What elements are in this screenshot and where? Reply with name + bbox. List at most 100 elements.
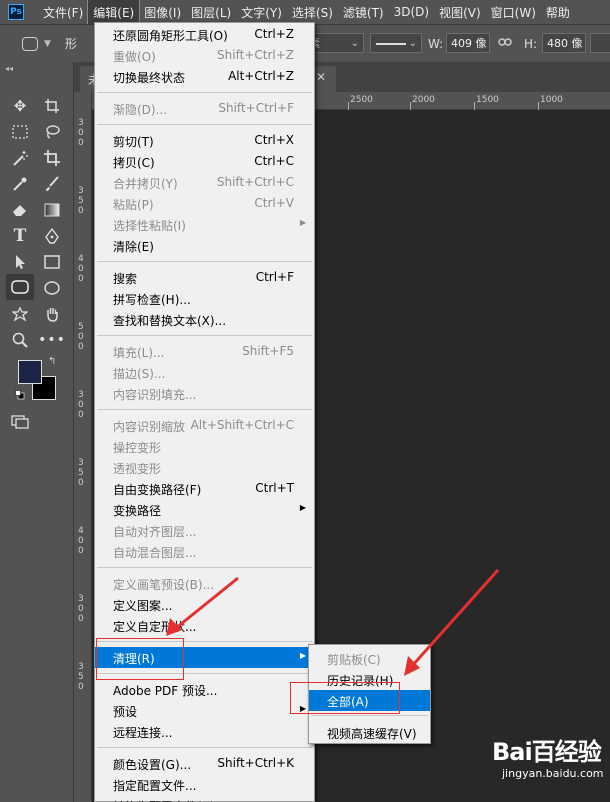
rounded-rect-tool-preset-icon[interactable] [22, 36, 38, 51]
purge-submenu-item[interactable]: 视频高速缓存(V) [309, 722, 430, 743]
menu-item-shortcut: Alt+Shift+Ctrl+C [190, 418, 294, 432]
ruler-digit: 0 [78, 138, 84, 148]
menu-item-label: 剪切(T) [113, 135, 154, 149]
menubar-item[interactable]: 文件(F) [38, 0, 88, 24]
ruler-digit: 0 [78, 546, 84, 556]
edit-menu-item[interactable]: 查找和替换文本(X)... [95, 309, 314, 330]
menu-item-label: 拷贝(C) [113, 156, 155, 170]
menu-item-label: 透视变形 [113, 462, 162, 476]
edit-menu-item[interactable]: 切换最终状态 Alt+Ctrl+Z [95, 66, 314, 87]
edit-menu-item[interactable]: 远程连接... [95, 721, 314, 742]
pen-tool-icon[interactable] [40, 224, 64, 248]
more-tools-icon[interactable]: ••• [38, 328, 65, 352]
menu-item-label: 拼写检查(H)... [113, 293, 191, 307]
edit-menu-item[interactable]: 定义自定形状... [95, 615, 314, 636]
menubar-item[interactable]: 图层(L) [186, 0, 236, 24]
height-input[interactable]: 480 像 [542, 33, 586, 53]
menubar-item[interactable]: 滤镜(T) [338, 0, 389, 24]
annotation-box-purge [96, 638, 184, 680]
menubar-item[interactable]: 编辑(E) [87, 0, 141, 25]
rectangle-tool-icon[interactable] [40, 250, 64, 274]
stroke-style-dropdown[interactable]: ⌄ [370, 33, 422, 53]
lasso-tool-icon[interactable] [40, 120, 64, 144]
menubar-item[interactable]: 帮助 [541, 0, 575, 24]
menubar-item[interactable]: 图像(I) [139, 0, 186, 24]
edit-menu-item: 粘贴(P) Ctrl+V [95, 193, 314, 214]
ruler-digit: 5 [78, 196, 84, 206]
menu-item-shortcut: Shift+F5 [242, 344, 294, 358]
chevron-down-icon[interactable]: ▼ [44, 39, 51, 49]
menu-item-label: 颜色设置(G)... [113, 758, 192, 772]
custom-shape-tool-icon[interactable] [8, 302, 32, 326]
watermark-url: jingyan.baidu.com [502, 767, 604, 780]
edit-menu-item[interactable]: 变换路径 ▶ [95, 499, 314, 520]
edit-menu-item[interactable]: 预设 ▶ [95, 700, 314, 721]
quick-mask-icon[interactable] [8, 410, 32, 434]
magic-wand-tool-icon[interactable] [8, 146, 32, 170]
edit-menu-item: 渐隐(D)... Shift+Ctrl+F [95, 98, 314, 119]
default-colors-icon[interactable] [15, 390, 25, 400]
eraser-tool-icon[interactable] [8, 198, 32, 222]
ruler-mark: 1000 [540, 95, 563, 105]
menu-separator [97, 124, 312, 125]
tool-mode-label[interactable]: 形 [65, 35, 77, 52]
edit-menu-item: 透视变形 [95, 457, 314, 478]
edit-menu-item: 自动混合图层... [95, 541, 314, 562]
menubar-item[interactable]: 3D(D) [389, 0, 434, 24]
gradient-tool-icon[interactable] [40, 198, 64, 222]
menu-item-shortcut: Shift+Ctrl+C [216, 175, 294, 189]
edit-menu-item[interactable]: 拼写检查(H)... [95, 288, 314, 309]
hand-tool-icon[interactable] [40, 302, 64, 326]
move-tool-icon[interactable]: ✥ [8, 94, 32, 118]
menubar-item[interactable]: 文字(Y) [236, 0, 287, 24]
edit-menu-item[interactable]: 自由变换路径(F) Ctrl+T [95, 478, 314, 499]
edit-menu-item[interactable]: 清除(E) [95, 235, 314, 256]
menu-item-label: 剪贴板(C) [327, 653, 381, 667]
menu-item-shortcut: Ctrl+Z [254, 27, 294, 41]
path-selection-tool-icon[interactable] [8, 250, 32, 274]
edit-menu-item[interactable]: 指定配置文件... [95, 774, 314, 795]
ruler-mark: 2000 [412, 95, 435, 105]
close-icon[interactable]: ✕ [316, 70, 326, 84]
link-dimensions-icon[interactable] [498, 36, 512, 48]
ruler-digit: 3 [78, 594, 84, 604]
edit-menu-item[interactable]: Adobe PDF 预设... [95, 679, 314, 700]
edit-menu-item[interactable]: 颜色设置(G)... Shift+Ctrl+K [95, 753, 314, 774]
artboard-tool-icon[interactable] [40, 94, 64, 118]
ruler-digit: 5 [78, 468, 84, 478]
width-input[interactable]: 409 像 [446, 33, 490, 53]
foreground-color-swatch[interactable] [18, 360, 42, 384]
menu-item-label: Adobe PDF 预设... [113, 684, 218, 698]
edit-menu-item[interactable]: 剪切(T) Ctrl+X [95, 130, 314, 151]
ruler-digit: 0 [78, 274, 84, 284]
marquee-tool-icon[interactable] [8, 120, 32, 144]
menu-item-label: 重做(O) [113, 50, 156, 64]
menubar-item[interactable]: 窗口(W) [486, 0, 541, 24]
ruler-digit: 3 [78, 186, 84, 196]
menu-item-label: 定义自定形状... [113, 620, 197, 634]
brush-tool-icon[interactable] [40, 172, 64, 196]
rounded-rectangle-tool-icon[interactable] [6, 274, 34, 300]
edit-menu-item[interactable]: 转换为配置文件(V)... [95, 795, 314, 802]
edit-menu-item[interactable]: 搜索 Ctrl+F [95, 267, 314, 288]
ellipse-tool-icon[interactable] [40, 276, 64, 300]
ruler-digit: 0 [78, 342, 84, 352]
edit-menu-dropdown: 还原圆角矩形工具(O) Ctrl+Z 重做(O) Shift+Ctrl+Z 切换最终状态… [94, 22, 315, 802]
edit-menu-item[interactable]: 拷贝(C) Ctrl+C [95, 151, 314, 172]
submenu-arrow-icon: ▶ [299, 503, 306, 512]
type-tool-icon[interactable]: T [8, 224, 32, 248]
zoom-tool-icon[interactable] [8, 328, 32, 352]
more-options-field[interactable] [590, 33, 610, 53]
menu-item-shortcut: Ctrl+X [254, 133, 294, 147]
edit-menu-item: 选择性粘贴(I) ▶ [95, 214, 314, 235]
eyedropper-tool-icon[interactable] [8, 172, 32, 196]
collapse-panel-icon[interactable]: ◂◂ [5, 64, 13, 73]
menubar-item[interactable]: 视图(V) [434, 0, 486, 24]
crop-tool-icon[interactable] [40, 146, 64, 170]
edit-menu-item[interactable]: 还原圆角矩形工具(O) Ctrl+Z [95, 24, 314, 45]
edit-menu-item[interactable]: 定义图案... [95, 594, 314, 615]
ruler-mark: 1500 [476, 95, 499, 105]
menubar-item[interactable]: 选择(S) [287, 0, 338, 24]
swap-colors-icon[interactable]: ↰ [48, 356, 56, 367]
edit-menu-item: 填充(L)... Shift+F5 [95, 341, 314, 362]
